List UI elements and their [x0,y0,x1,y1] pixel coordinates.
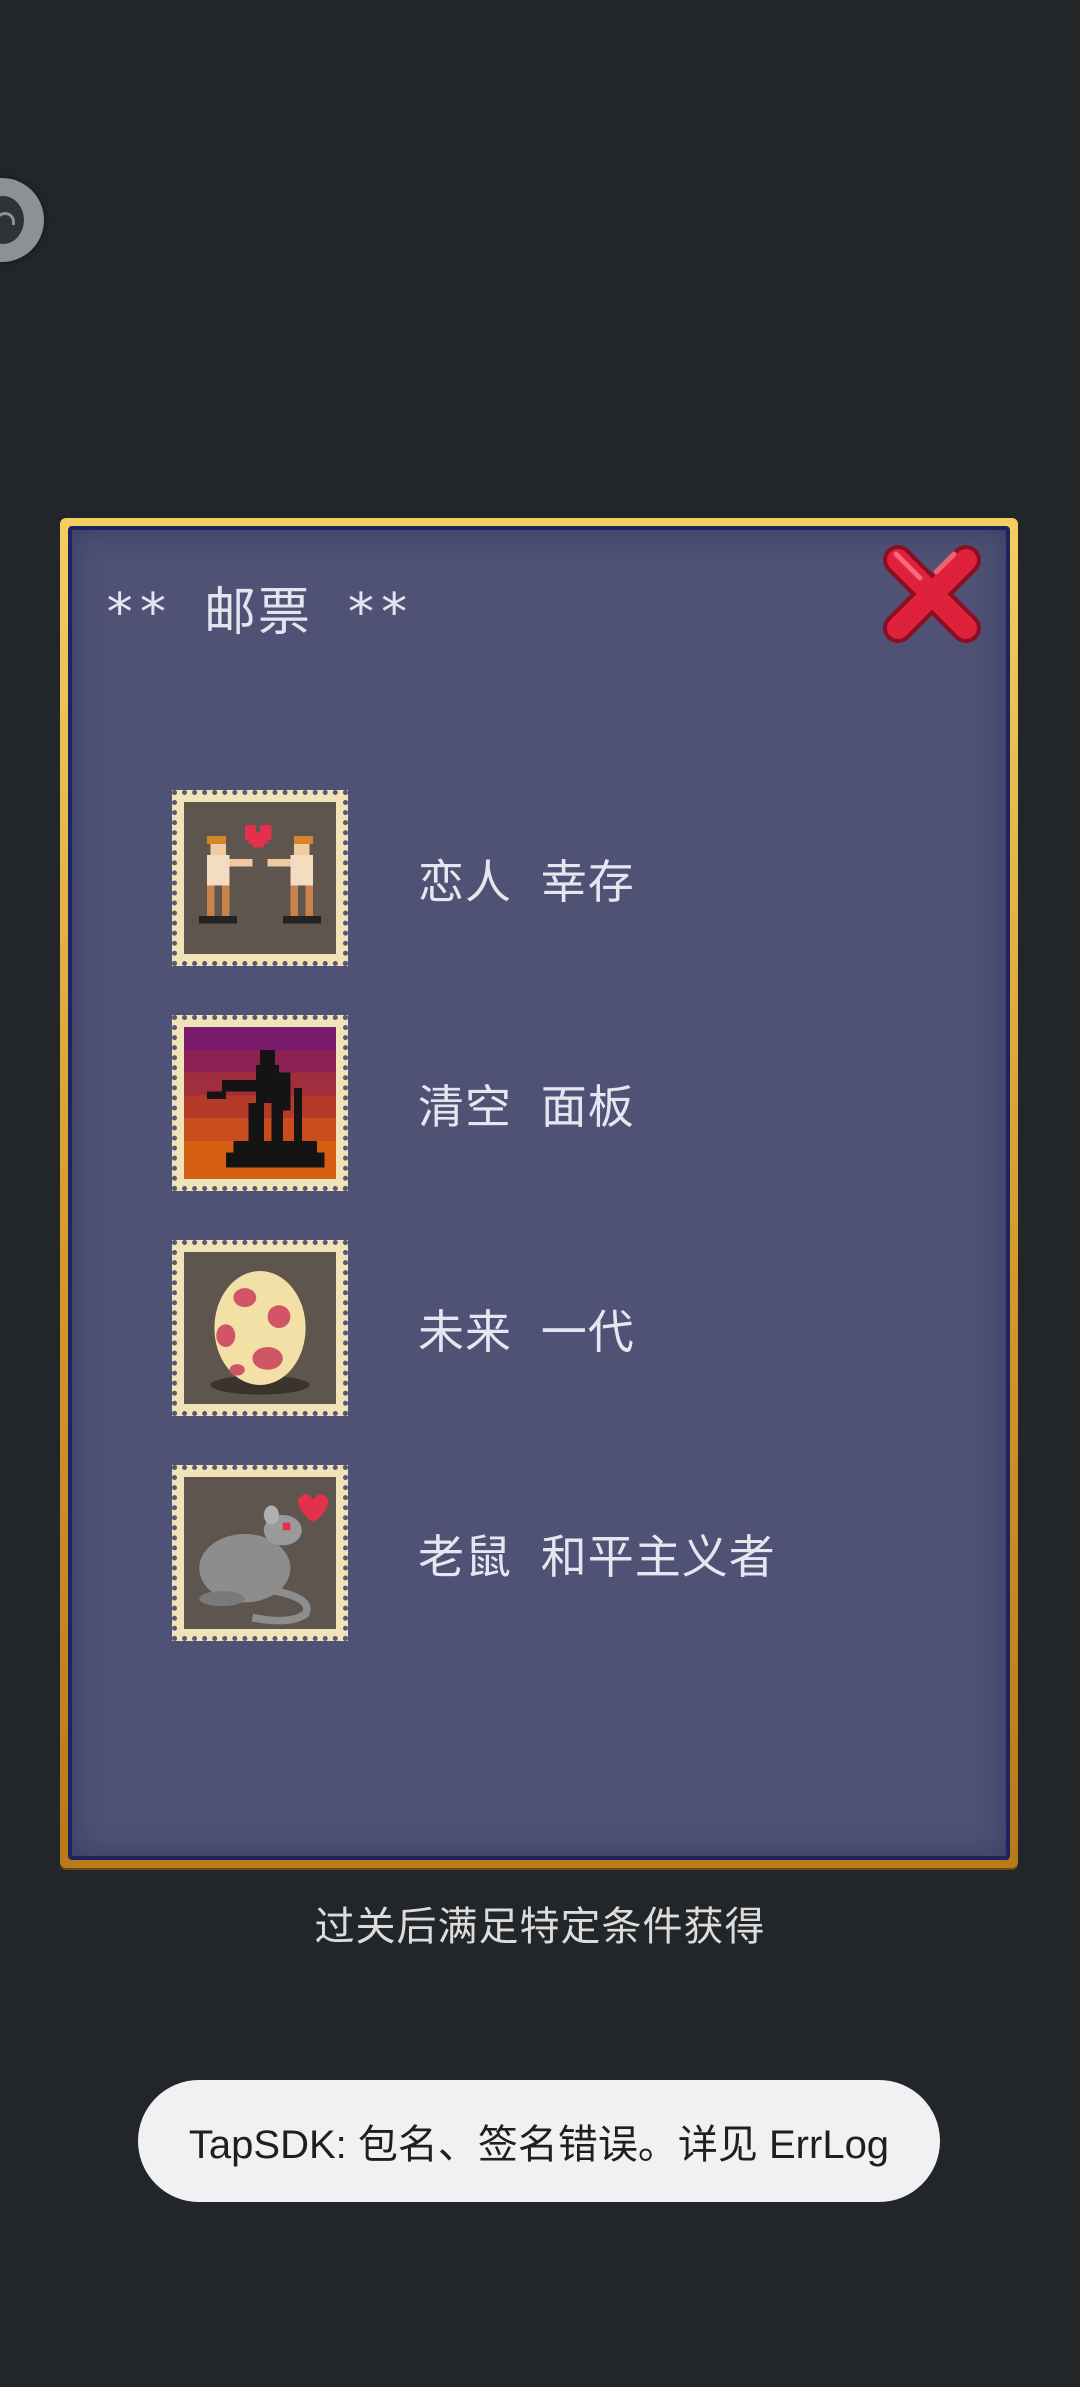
lovers-stamp-icon [184,802,336,954]
stamp-frame [172,1015,348,1191]
rat-heart-stamp-icon [184,1477,336,1629]
dialog-title: ** 邮票 ** [104,583,412,643]
silhouette-sunset-stamp-icon [184,1027,336,1179]
unlock-hint-text: 过关后满足特定条件获得 [314,1904,766,1950]
stamp-item[interactable]: 老鼠 和平主义者 [172,1465,932,1641]
stamp-frame [172,1465,348,1641]
stamp-item[interactable]: 未来 一代 [172,1240,932,1416]
stamp-item[interactable]: 恋人 幸存 [172,790,932,966]
stamp-frame [172,790,348,966]
stamp-frame [172,1240,348,1416]
assistant-ball-icon [0,196,24,244]
stamps-dialog: ** 邮票 ** 恋人 幸存 清空 面板 未来 一代 老鼠 和平主义者 [60,518,1018,1868]
close-x-icon [883,545,981,643]
stamp-label: 恋人 幸存 [418,855,635,909]
toast-notification: TapSDK: 包名、签名错误。详见 ErrLog [138,2080,940,2202]
stamp-item[interactable]: 清空 面板 [172,1015,932,1191]
floating-assistant-button[interactable] [0,178,44,262]
stamp-label: 清空 面板 [418,1080,635,1134]
stamp-label: 老鼠 和平主义者 [418,1530,776,1584]
toast-message: TapSDK: 包名、签名错误。详见 ErrLog [188,2123,890,2167]
stamp-label: 未来 一代 [418,1305,635,1359]
close-button[interactable] [880,542,984,646]
spotted-egg-stamp-icon [184,1252,336,1404]
stamps-dialog-panel: ** 邮票 ** 恋人 幸存 清空 面板 未来 一代 老鼠 和平主义者 [68,526,1010,1860]
